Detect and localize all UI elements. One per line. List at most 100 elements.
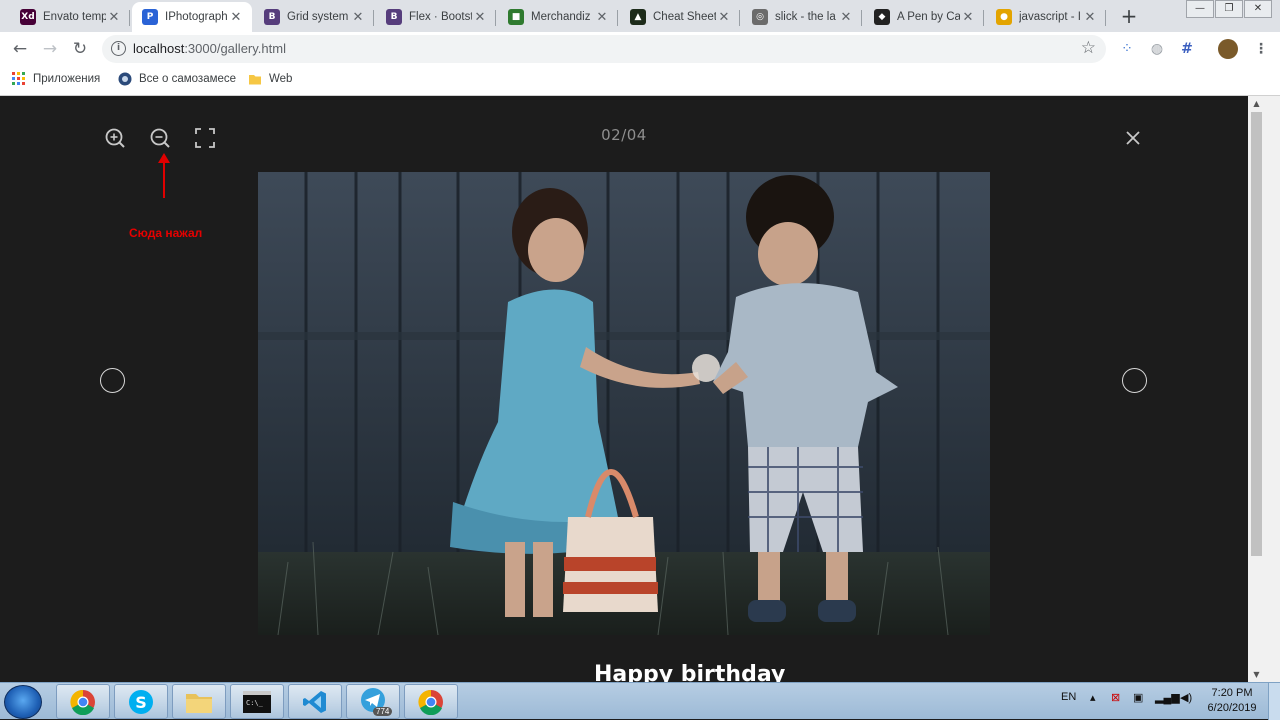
fullscreen-icon[interactable] xyxy=(194,127,216,149)
tab-9[interactable]: ● javascript - I ✕ xyxy=(986,2,1106,32)
taskbar-chrome-2[interactable] xyxy=(404,684,458,719)
explorer-icon xyxy=(186,693,212,713)
bookmark-label: Все о самозамесе xyxy=(139,73,237,85)
menu-icon[interactable]: ⋮ xyxy=(1252,40,1270,58)
tab-close-icon[interactable]: ✕ xyxy=(716,9,732,25)
start-button[interactable] xyxy=(4,685,42,719)
prev-slide-button[interactable] xyxy=(100,368,125,393)
show-desktop-button[interactable] xyxy=(1268,683,1280,720)
address-bar[interactable]: i localhost:3000/gallery.html ☆ xyxy=(102,35,1106,63)
page-scrollbar[interactable]: ▲ ▼ xyxy=(1248,96,1280,682)
bootstrap-icon: B xyxy=(386,9,402,25)
annotation-arrow xyxy=(163,158,165,198)
tab-close-icon[interactable]: ✕ xyxy=(228,9,244,25)
site-info-icon[interactable]: i xyxy=(111,41,126,56)
restore-button[interactable]: ❐ xyxy=(1215,0,1243,18)
skype-icon: S xyxy=(129,689,153,714)
tab-close-icon[interactable]: ✕ xyxy=(350,9,366,25)
minimize-button[interactable]: — xyxy=(1186,0,1214,18)
next-slide-button[interactable] xyxy=(1122,368,1147,393)
taskbar-terminal[interactable]: C:\_ xyxy=(230,684,284,719)
tab-title: Cheat Sheet xyxy=(653,11,716,23)
codepen-icon: ◆ xyxy=(874,9,890,25)
tab-strip: Xd Envato temp ✕ P IPhotograph ✕ B Grid system ✕… xyxy=(0,0,1280,32)
tab-separator xyxy=(1105,10,1106,26)
chrome-icon xyxy=(418,689,443,715)
reload-icon[interactable]: ↻ xyxy=(69,38,91,60)
apps-grid-icon xyxy=(12,72,25,85)
taskbar-explorer[interactable] xyxy=(172,684,226,719)
extension-icon[interactable]: ⁘ xyxy=(1118,40,1136,58)
tab-close-icon[interactable]: ✕ xyxy=(594,9,610,25)
slide-counter: 02/04 xyxy=(601,126,647,144)
bootstrap-icon: B xyxy=(264,9,280,25)
scroll-down-icon[interactable]: ▼ xyxy=(1251,670,1262,679)
volume-icon[interactable]: ◀) xyxy=(1180,691,1192,704)
tab-close-icon[interactable]: ✕ xyxy=(960,9,976,25)
tab-7[interactable]: ◎ slick - the la ✕ xyxy=(742,2,862,32)
windows-taskbar: S C:\_ 774 EN ▴ ⊠ ▣ ▂▄▆ ◀) 7:20 PM 6/20/… xyxy=(0,682,1280,720)
tab-close-icon[interactable]: ✕ xyxy=(472,9,488,25)
tab-title: Merchandiz xyxy=(531,11,591,23)
clock-date: 6/20/2019 xyxy=(1207,702,1257,714)
bookmark-web-folder[interactable]: Web xyxy=(248,72,292,86)
gallery-photo xyxy=(258,172,990,635)
tab-separator xyxy=(861,10,862,26)
taskbar-skype[interactable]: S xyxy=(114,684,168,719)
tab-separator xyxy=(983,10,984,26)
tab-8[interactable]: ◆ A Pen by Ca ✕ xyxy=(864,2,984,32)
cheatsheet-icon: ▲ xyxy=(630,9,646,25)
bookmark-site[interactable]: Все о самозамесе xyxy=(118,72,236,86)
tab-4[interactable]: B Flex · Bootst ✕ xyxy=(376,2,496,32)
forward-icon[interactable]: → xyxy=(39,38,61,60)
language-indicator[interactable]: EN xyxy=(1061,691,1076,703)
clock-time: 7:20 PM xyxy=(1211,687,1253,699)
network-warning-icon[interactable]: ⊠ xyxy=(1111,691,1120,704)
close-window-button[interactable]: ✕ xyxy=(1244,0,1272,18)
tab-6[interactable]: ▲ Cheat Sheet ✕ xyxy=(620,2,740,32)
globe-extension-icon[interactable]: ◍ xyxy=(1148,40,1166,58)
annotation-label: Сюда нажал xyxy=(129,226,203,240)
system-clock[interactable]: 7:20 PM 6/20/2019 xyxy=(1200,686,1264,716)
bookmark-star-icon[interactable]: ☆ xyxy=(1081,38,1096,58)
bookmark-label: Web xyxy=(269,73,293,85)
browser-toolbar: ← → ↻ i localhost:3000/gallery.html ☆ ⁘ … xyxy=(0,32,1280,65)
tab-close-icon[interactable]: ✕ xyxy=(106,9,122,25)
zoom-out-icon[interactable] xyxy=(149,127,171,149)
bookmark-apps[interactable]: Приложения xyxy=(12,72,100,86)
chrome-icon xyxy=(70,689,95,715)
vscode-icon xyxy=(303,690,326,713)
folder-icon xyxy=(249,75,261,85)
signal-icon[interactable]: ▂▄▆ xyxy=(1155,691,1180,704)
tab-close-icon[interactable]: ✕ xyxy=(838,9,854,25)
terminal-icon: C:\_ xyxy=(243,690,271,713)
device-icon[interactable]: ▣ xyxy=(1133,691,1143,704)
tab-5[interactable]: ■ Merchandiz ✕ xyxy=(498,2,618,32)
tray-expand-icon[interactable]: ▴ xyxy=(1090,691,1096,704)
tab-separator xyxy=(495,10,496,26)
scroll-up-icon[interactable]: ▲ xyxy=(1251,99,1262,108)
tab-separator xyxy=(617,10,618,26)
scrollbar-thumb[interactable] xyxy=(1251,112,1262,556)
photo-illustration xyxy=(258,172,990,635)
tab-1[interactable]: Xd Envato temp ✕ xyxy=(10,2,130,32)
photo-caption: Happy birthday xyxy=(594,662,786,682)
taskbar-telegram[interactable]: 774 xyxy=(346,684,400,719)
tab-title: javascript - I xyxy=(1019,11,1081,23)
close-icon[interactable] xyxy=(1122,127,1144,149)
back-icon[interactable]: ← xyxy=(9,38,31,60)
tab-close-icon[interactable]: ✕ xyxy=(1082,9,1098,25)
grid-extension-icon[interactable]: # xyxy=(1178,40,1196,58)
url-text[interactable]: localhost:3000/gallery.html xyxy=(133,41,286,56)
new-tab-button[interactable]: + xyxy=(1118,5,1140,27)
tab-title: Flex · Bootst xyxy=(409,11,472,23)
taskbar-chrome[interactable] xyxy=(56,684,110,719)
taskbar-vscode[interactable] xyxy=(288,684,342,719)
profile-avatar[interactable] xyxy=(1218,39,1238,59)
tab-2[interactable]: P IPhotograph ✕ xyxy=(132,2,252,32)
iphotography-icon: P xyxy=(142,9,158,25)
zoom-in-icon[interactable] xyxy=(104,127,126,149)
tab-separator xyxy=(373,10,374,26)
tab-title: Envato temp xyxy=(43,11,106,23)
tab-3[interactable]: B Grid system ✕ xyxy=(254,2,374,32)
